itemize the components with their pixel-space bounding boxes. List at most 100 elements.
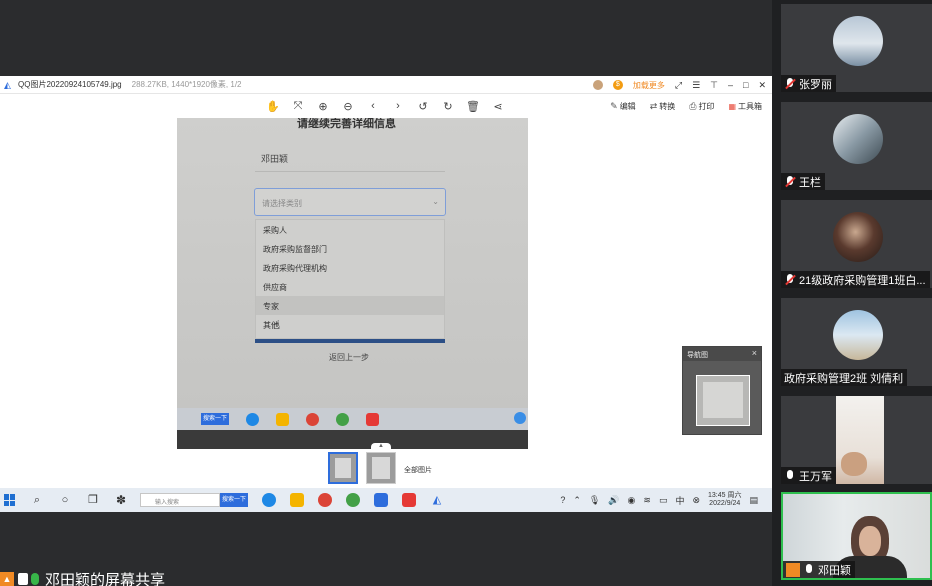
screen-share-area: ◭ QQ图片20220924105749.jpg 288.27KB, 1440*… [0,0,772,586]
participant-tile-active-speaker[interactable]: 邓田颖 [781,492,932,580]
menu-icon[interactable]: ☰ [692,80,700,91]
app-icon[interactable]: ✽ [114,493,128,507]
taskbar-search-button[interactable]: 搜索一下 [220,493,248,507]
participant-name-tag: 邓田颖 [783,561,855,578]
fit-icon[interactable]: ⤧ [291,100,305,113]
delete-icon[interactable]: 🗑 [466,100,480,113]
coin-icon[interactable]: $ [612,80,623,90]
folder-icon[interactable] [290,493,304,507]
edge-icon[interactable] [262,493,276,507]
photo-search-button: 搜索一下 [201,413,229,425]
dropdown-option: 专家 [256,296,444,315]
microphone-muted-icon [784,175,796,188]
microphone-icon [784,469,796,482]
image-viewer-window: ◭ QQ图片20220924105749.jpg 288.27KB, 1440*… [0,76,772,488]
participant-name-tag: 21级政府采购管理1班白... [781,271,930,288]
close-icon[interactable]: × [752,348,757,358]
image-viewer-logo-icon[interactable]: ◭ [430,493,444,507]
photo-bezel [177,430,528,449]
rotate-right-icon[interactable]: ↻ [441,100,455,113]
back-link: 返回上一步 [329,353,369,362]
fullscreen-icon[interactable]: ⤢ [675,80,682,91]
pin-icon[interactable]: ⊤ [710,80,718,91]
toolbox-icon: ▦ [728,101,736,111]
help-icon[interactable]: ? [560,495,565,505]
zoom-in-icon[interactable]: ⊕ [316,100,330,113]
maximize-icon[interactable]: □ [743,80,748,90]
zoom-out-icon[interactable]: ⊖ [341,100,355,113]
user-avatar-icon[interactable] [592,80,603,90]
task-view-icon[interactable]: ❐ [86,493,100,507]
navigator-viewport[interactable] [696,375,750,426]
displayed-photo: 请继续完善详细信息 邓田颖 请选择类别 ⌄ 采购人 政府采购监督部门 政府采购代… [177,118,528,449]
previous-icon[interactable]: ‹ [366,100,380,112]
cortana-icon[interactable]: ○ [58,493,72,507]
speaker-icon[interactable]: 🔊 [608,495,619,506]
system-tray: ? ⌃ 🎙 🔊 ◉ ≋ ▭ 中 ⊗ 13:45 周六 2022/9/24 ▤ [560,488,772,512]
microphone-muted-icon [784,77,796,90]
taskbar-search-input[interactable]: 输入搜索 [140,493,220,507]
thumbnail[interactable] [366,452,396,484]
avatar [833,310,883,360]
participant-tile[interactable]: 21级政府采购管理1班白... [781,200,932,288]
browser-icon[interactable] [346,493,360,507]
participant-face [841,452,867,476]
dropdown-option: 政府采购代理机构 [263,264,327,273]
participant-panel: 张罗丽 王栏 21级政府采购管理1班白... 政府采购管理2班 刘倩利 王万军 … [772,0,932,586]
participant-tile[interactable]: 张罗丽 [781,4,932,92]
participant-face [859,526,881,556]
host-icon: ▲ [0,572,14,586]
toolbar-right: ✎ 编辑 ⇄ 转换 ⎙ 打印 ▦ 工具箱 [610,94,762,118]
taskbar-clock[interactable]: 13:45 周六 2022/9/24 [708,492,741,508]
windows-start-icon[interactable] [4,494,16,506]
dropdown-option: 供应商 [263,283,287,292]
badge-label[interactable]: 加载更多 [633,80,665,91]
image-viewer-logo-icon: ◭ [4,79,11,90]
viewer-titlebar: ◭ QQ图片20220924105749.jpg 288.27KB, 1440*… [0,76,772,94]
tencent-meeting-icon[interactable] [374,493,388,507]
antivirus-icon[interactable]: ⊗ [692,495,700,506]
network-icon[interactable]: ◉ [628,495,636,506]
convert-button[interactable]: ⇄ 转换 [650,101,676,112]
edge-icon [514,412,526,424]
next-icon[interactable]: › [391,100,405,112]
print-button[interactable]: ⎙ 打印 [689,101,714,112]
edit-icon: ✎ [610,100,618,111]
toolbox-button[interactable]: ▦ 工具箱 [728,101,762,112]
wps-icon[interactable] [402,493,416,507]
browser-icon [336,412,349,426]
folder-icon [276,412,289,426]
microphone-icon[interactable]: 🎙 [589,495,600,506]
notification-icon[interactable]: ▤ [749,495,758,506]
participant-tile[interactable]: 政府采购管理2班 刘倩利 [781,298,932,386]
photo-taskbar: 搜索一下 [177,408,528,430]
edit-button[interactable]: ✎ 编辑 [610,101,636,112]
chrome-icon[interactable] [318,493,332,507]
wps-icon [366,412,379,426]
collapse-icon[interactable]: ▲ [371,443,391,450]
clock-time: 13:45 周六 [708,492,742,499]
submit-button-edge [255,339,445,343]
participant-name-tag: 政府采购管理2班 刘倩利 [781,369,908,386]
edge-icon [246,412,259,426]
share-icon[interactable]: ⋖ [491,100,505,113]
close-icon[interactable]: ✕ [758,80,766,91]
microphone-icon [803,563,815,576]
wifi-icon[interactable]: ≋ [643,495,651,506]
minimize-icon[interactable]: – [728,80,733,90]
screen-icon [18,573,28,585]
share-title: 邓田颖的屏幕共享 [45,571,166,586]
chevron-up-icon[interactable]: ⌃ [573,495,581,506]
participant-tile[interactable]: 王栏 [781,102,932,190]
participant-name-tag: 张罗丽 [781,75,836,92]
dropdown-option: 采购人 [263,226,287,235]
participant-tile[interactable]: 王万军 [781,396,932,484]
rotate-left-icon[interactable]: ↺ [416,100,430,113]
thumbnail[interactable] [328,452,358,484]
battery-icon[interactable]: ▭ [659,495,668,506]
hand-tool-icon[interactable]: ✋ [266,100,280,113]
all-images-button[interactable]: 全部图片 [404,465,432,475]
ime-indicator[interactable]: 中 [675,494,684,507]
search-icon[interactable]: ⌕ [30,493,44,507]
share-label-bar: ▲ 邓田颖的屏幕共享 [0,572,165,586]
